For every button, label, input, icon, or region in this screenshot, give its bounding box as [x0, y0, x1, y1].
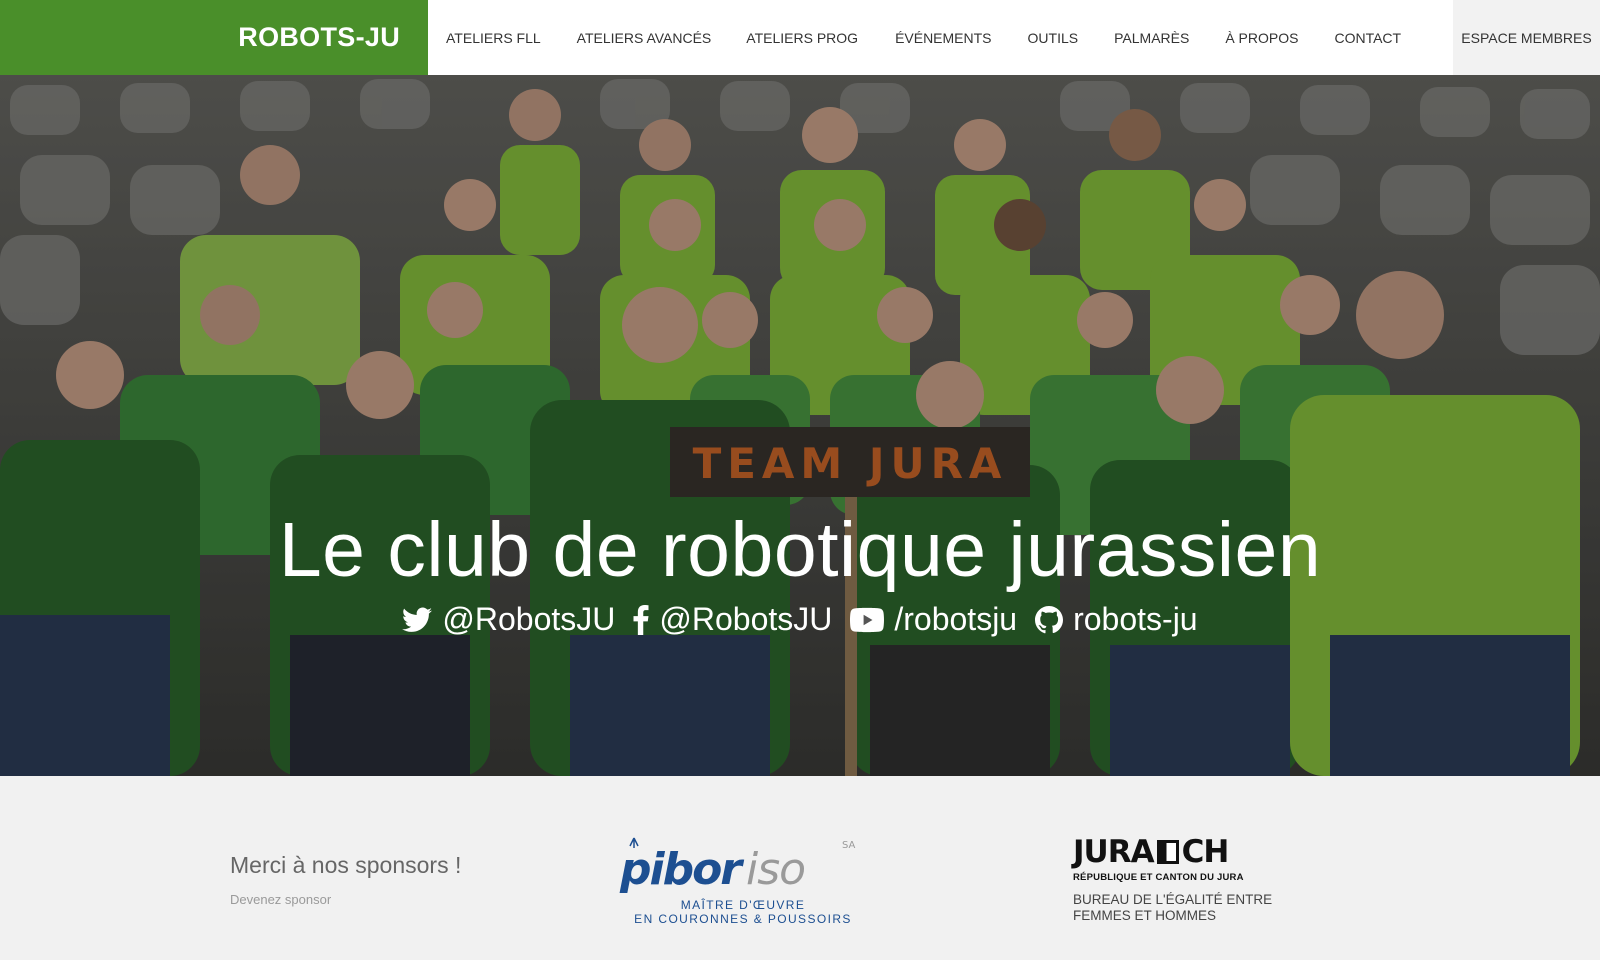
svg-text:iso: iso — [746, 844, 805, 895]
twitter-icon — [402, 607, 433, 632]
become-sponsor-link[interactable]: Devenez sponsor — [230, 892, 331, 907]
hero-title: Le club de robotique jurassien — [278, 507, 1322, 593]
jura-ch-wordmark: JURA CH — [1073, 834, 1229, 870]
nav-evenements[interactable]: ÉVÉNEMENTS — [895, 30, 991, 46]
top-navbar: ROBOTS-JU ATELIERS FLL ATELIERS AVANCÉS … — [0, 0, 1600, 75]
nav-a-propos[interactable]: À PROPOS — [1225, 30, 1298, 46]
github-account: robots-ju — [1073, 601, 1198, 637]
nav-ateliers-prog[interactable]: ATELIERS PROG — [746, 30, 858, 46]
team-photo: TEAM JURA — [0, 75, 1600, 776]
github-link[interactable]: robots-ju — [1035, 601, 1198, 638]
jura-republic-subtitle: RÉPUBLIQUE ET CANTON DU JURA — [1073, 872, 1244, 883]
nav-palmares[interactable]: PALMARÈS — [1114, 30, 1189, 46]
youtube-channel: /robotsju — [894, 601, 1018, 637]
hero-section: TEAM JURA Le club de robotique jurassien… — [0, 75, 1600, 776]
twitter-handle: @RobotsJU — [442, 601, 616, 637]
pibor-tagline-1: MAÎTRE D'ŒUVRE — [680, 898, 806, 912]
main-menu: ATELIERS FLL ATELIERS AVANCÉS ATELIERS P… — [428, 0, 1401, 75]
svg-text:SA: SA — [842, 840, 856, 851]
nav-contact[interactable]: CONTACT — [1334, 30, 1401, 46]
social-links: @RobotsJU @RobotsJU /robotsju robots-ju — [0, 601, 1600, 638]
pibor-iso-logo[interactable]: pibor iso SA MAÎTRE D'ŒUVRE EN COURONNES… — [618, 836, 868, 946]
nav-ateliers-avances[interactable]: ATELIERS AVANCÉS — [577, 30, 712, 46]
sponsors-section: Merci à nos sponsors ! Devenez sponsor p… — [0, 776, 1600, 960]
facebook-icon — [633, 604, 649, 635]
facebook-link[interactable]: @RobotsJU — [633, 601, 832, 638]
svg-text:pibor: pibor — [619, 844, 744, 895]
pibor-iso-wordmark: pibor iso SA — [619, 837, 856, 895]
brand-link[interactable]: ROBOTS-JU — [0, 0, 428, 75]
sponsors-heading: Merci à nos sponsors ! — [230, 852, 462, 878]
youtube-link[interactable]: /robotsju — [850, 601, 1017, 638]
espace-membres-button[interactable]: ESPACE MEMBRES — [1453, 0, 1600, 75]
nav-ateliers-fll[interactable]: ATELIERS FLL — [446, 30, 541, 46]
youtube-icon — [850, 607, 885, 632]
jura-crest-icon — [1156, 840, 1179, 864]
facebook-handle: @RobotsJU — [659, 601, 833, 637]
nav-outils[interactable]: OUTILS — [1028, 30, 1079, 46]
jura-ch-logo[interactable]: JURA CH RÉPUBLIQUE ET CANTON DU JURA BURE… — [1073, 834, 1293, 944]
github-icon — [1035, 605, 1064, 633]
pibor-tagline-2: EN COURONNES & POUSSOIRS — [634, 912, 852, 926]
twitter-link[interactable]: @RobotsJU — [402, 601, 615, 638]
jura-equality-office: BUREAU DE L'ÉGALITÉ ENTRE FEMMES ET HOMM… — [1073, 892, 1273, 923]
